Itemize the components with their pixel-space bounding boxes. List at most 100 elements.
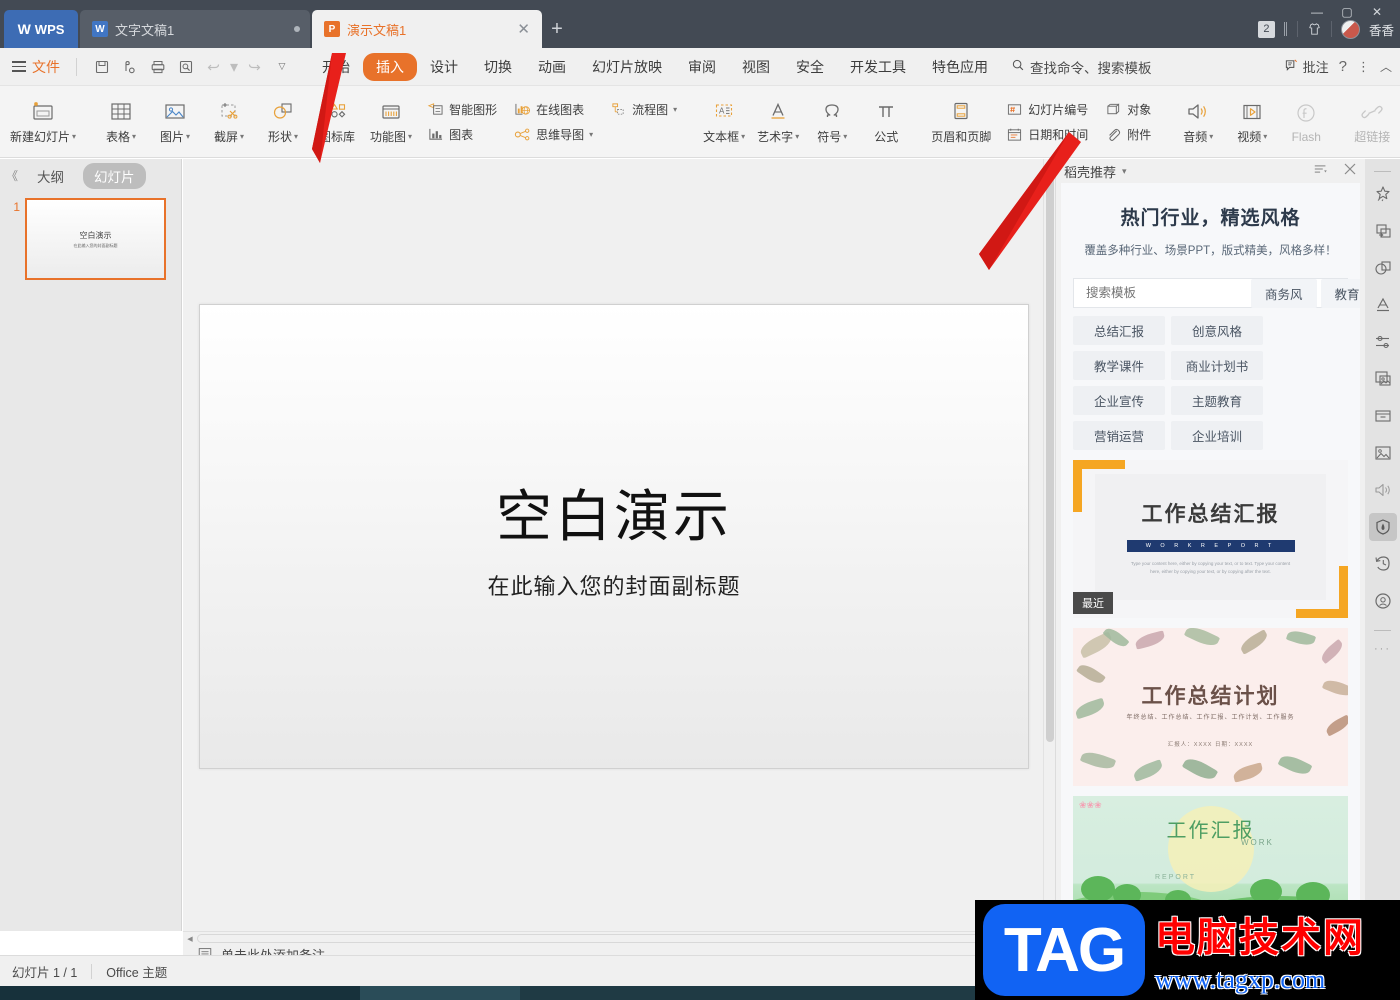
slide-thumbnail[interactable]: 空白演示 在此输入您的封面副标题 <box>25 198 166 280</box>
slide-title-placeholder[interactable]: 空白演示 <box>496 472 732 553</box>
search-chip-business[interactable]: 商务风 <box>1251 278 1317 308</box>
ribbon-tab-developer[interactable]: 开发工具 <box>837 53 919 81</box>
new-tab-button[interactable]: + <box>542 10 572 48</box>
filter-icon[interactable] <box>1313 162 1329 181</box>
mindmap-button[interactable]: 思维导图 ▾ <box>508 123 598 145</box>
image-gallery-icon[interactable] <box>1369 365 1397 393</box>
template-card-2[interactable]: 工作总结计划 年终总结、工作总结、工作汇报、工作计划、工作服务 汇报人：XXXX… <box>1073 628 1348 786</box>
wordart-text-icon[interactable] <box>1369 291 1397 319</box>
online-chart-button[interactable]: 在线图表 <box>508 98 598 120</box>
function-chart-button[interactable]: 功能图 ▾ <box>364 96 418 147</box>
slide-canvas-area[interactable]: 空白演示 在此输入您的封面副标题 ▲ ▼ <box>183 159 1055 931</box>
shape-overlay-icon[interactable] <box>1369 254 1397 282</box>
notes-horizontal-scrollbar[interactable]: ◀ <box>183 932 1055 945</box>
slide-editing-surface[interactable]: 空白演示 在此输入您的封面副标题 <box>199 304 1029 769</box>
rail-more-button[interactable]: ··· <box>1374 643 1391 655</box>
document-tab-presentation[interactable]: P 演示文稿1 ✕ <box>312 10 542 48</box>
chip-creative-style[interactable]: 创意风格 <box>1171 316 1263 345</box>
collapse-panel-icon[interactable]: 《 <box>6 167 18 184</box>
symbol-button[interactable]: 符号 ▾ <box>805 96 859 147</box>
audio-button[interactable]: 音频 ▾ <box>1171 96 1225 147</box>
customize-qat-icon[interactable]: ▽ <box>269 54 295 80</box>
ribbon-tab-featured-apps[interactable]: 特色应用 <box>919 53 1001 81</box>
slide-subtitle-placeholder[interactable]: 在此输入您的封面副标题 <box>487 569 740 601</box>
chip-theme-education[interactable]: 主题教育 <box>1171 386 1263 415</box>
notification-count-badge[interactable]: 2 <box>1257 20 1275 38</box>
document-tab-word[interactable]: W 文字文稿1 <box>80 10 310 48</box>
box-archive-icon[interactable] <box>1369 402 1397 430</box>
print-preview-icon[interactable] <box>173 54 199 80</box>
tab-outline[interactable]: 大纲 <box>26 163 75 189</box>
history-clock-icon[interactable] <box>1369 550 1397 578</box>
video-button[interactable]: 视频 ▾ <box>1225 96 1279 147</box>
cloud-sync-icon[interactable] <box>117 54 143 80</box>
ribbon-tab-start[interactable]: 开始 <box>309 53 363 81</box>
slide-number-button[interactable]: 幻灯片编号 <box>1000 98 1093 120</box>
chip-summary-report[interactable]: 总结汇报 <box>1073 316 1165 345</box>
comment-button[interactable]: 批注 <box>1284 57 1329 76</box>
adjust-sliders-icon[interactable] <box>1369 328 1397 356</box>
user-name[interactable]: 香香 <box>1369 20 1394 39</box>
ribbon-tab-security[interactable]: 安全 <box>783 53 837 81</box>
speaker-audio-icon[interactable] <box>1369 476 1397 504</box>
picture-button[interactable]: 图片 ▾ <box>148 96 202 147</box>
wordart-button[interactable]: 艺术字 ▾ <box>751 96 805 147</box>
shield-badge-icon[interactable] <box>1368 513 1397 541</box>
canvas-vertical-scrollbar[interactable]: ▲ ▼ <box>1043 159 1055 931</box>
locate-target-icon[interactable] <box>1369 587 1397 615</box>
picture-frame-icon[interactable] <box>1369 439 1397 467</box>
ribbon-tab-review[interactable]: 审阅 <box>675 53 729 81</box>
undo-icon[interactable] <box>201 54 227 80</box>
ribbon-tab-insert[interactable]: 插入 <box>363 52 417 81</box>
template-card-1[interactable]: 工作总结汇报 W O R K R E P O R T Type your con… <box>1073 460 1348 618</box>
help-button[interactable]: ? <box>1339 58 1347 75</box>
chip-company-promo[interactable]: 企业宣传 <box>1073 386 1165 415</box>
avatar[interactable] <box>1340 19 1360 39</box>
icon-library-button[interactable]: 图标库 <box>310 96 364 147</box>
duplicate-slide-icon[interactable] <box>1369 217 1397 245</box>
chart-button[interactable]: 图表 <box>421 123 502 145</box>
date-time-button[interactable]: 日期和时间 <box>1000 123 1093 145</box>
ribbon-tab-animation[interactable]: 动画 <box>525 53 579 81</box>
chip-teaching-courseware[interactable]: 教学课件 <box>1073 351 1165 380</box>
notes-scrollbar-track[interactable] <box>197 934 1053 943</box>
ribbon-tab-transition[interactable]: 切换 <box>471 53 525 81</box>
table-button[interactable]: 表格 ▾ <box>94 96 148 147</box>
textbox-button[interactable]: A 文本框 ▾ <box>697 96 751 147</box>
print-icon[interactable] <box>145 54 171 80</box>
scroll-left-icon[interactable]: ◀ <box>183 935 197 943</box>
shirt-icon[interactable] <box>1307 22 1322 37</box>
theme-label[interactable]: Office 主题 <box>106 962 167 981</box>
new-slide-button[interactable]: 新建幻灯片 ▾ <box>4 96 82 147</box>
redo-icon[interactable] <box>241 54 267 80</box>
save-icon[interactable] <box>89 54 115 80</box>
ribbon-tab-design[interactable]: 设计 <box>417 53 471 81</box>
chip-company-training[interactable]: 企业培训 <box>1171 421 1263 450</box>
attachment-button[interactable]: 附件 <box>1099 123 1156 145</box>
wps-home-button[interactable]: W WPS <box>4 10 78 48</box>
flowchart-button[interactable]: 流程图 ▾ <box>604 98 682 120</box>
header-footer-button[interactable]: 页眉和页脚 <box>925 96 997 147</box>
close-icon[interactable] <box>1343 162 1357 181</box>
undo-caret-icon[interactable]: ▾ <box>229 54 239 80</box>
chip-business-plan[interactable]: 商业计划书 <box>1171 351 1263 380</box>
collapse-ribbon-button[interactable]: ︿ <box>1380 58 1392 75</box>
tab-slides[interactable]: 幻灯片 <box>83 162 146 189</box>
shapes-button[interactable]: 形状 ▾ <box>256 96 310 147</box>
chip-marketing-ops[interactable]: 营销运营 <box>1073 421 1165 450</box>
search-chip-education[interactable]: 教育教学 <box>1320 278 1360 308</box>
object-button[interactable]: 对象 <box>1099 98 1156 120</box>
ribbon-tab-slideshow[interactable]: 幻灯片放映 <box>579 53 675 81</box>
screenshot-button[interactable]: 截屏 ▾ <box>202 96 256 147</box>
command-search[interactable]: 查找命令、搜索模板 <box>1011 57 1152 77</box>
chevron-down-icon[interactable]: ▾ <box>1122 166 1127 177</box>
equation-button[interactable]: 公式 <box>859 96 913 147</box>
smartart-button[interactable]: 智能图形 <box>421 98 502 120</box>
list-item[interactable]: 1 空白演示 在此输入您的封面副标题 <box>10 198 171 280</box>
file-menu-button[interactable]: 文件 <box>0 48 70 85</box>
sparkle-star-icon[interactable] <box>1369 180 1397 208</box>
ribbon-tab-view[interactable]: 视图 <box>729 53 783 81</box>
template-search-input[interactable] <box>1076 286 1247 300</box>
close-icon[interactable]: ✕ <box>515 22 532 37</box>
scrollbar-thumb[interactable] <box>1046 172 1054 742</box>
